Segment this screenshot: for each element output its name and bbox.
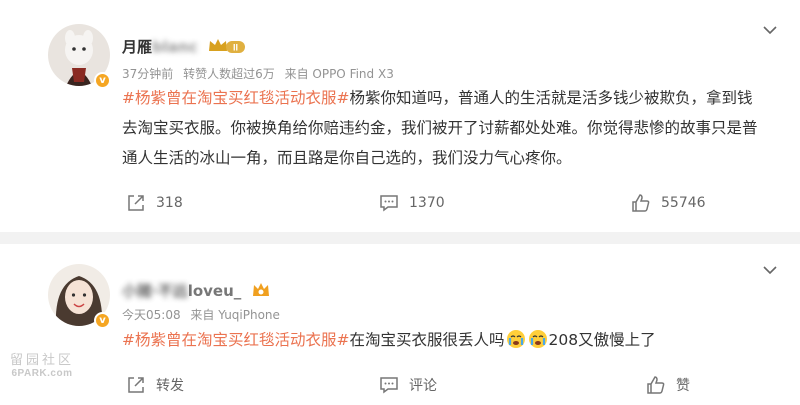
author-name[interactable]: 月雁blanc II: [122, 36, 247, 57]
chevron-down-icon[interactable]: [762, 262, 778, 278]
verified-badge-icon: v: [94, 312, 111, 329]
crying-emoji-icon: [528, 330, 547, 348]
repost-icon: [128, 377, 144, 393]
reply-time[interactable]: 今天05:08: [122, 308, 181, 322]
reply-text: #杨紫曾在淘宝买红毯活动衣服#在淘宝买衣服很丢人吗 208又傲慢上了: [122, 325, 762, 355]
reply-like-button[interactable]: 赞: [646, 370, 690, 400]
chevron-down-icon[interactable]: [762, 22, 778, 38]
comment-count: 1370: [409, 195, 445, 211]
rank-badge-label: II: [233, 43, 238, 53]
author-name-visible: 月雁: [122, 38, 153, 56]
reply-repost-label: 转发: [156, 378, 184, 394]
crying-emoji-icon: [506, 330, 525, 348]
action-bar: 318 1370 55746: [0, 188, 800, 218]
like-icon: [647, 376, 665, 394]
verified-badge-icon: v: [94, 72, 111, 89]
reply-comment-label: 评论: [409, 378, 437, 394]
reply-author-visible: loveu_: [187, 282, 242, 300]
reply-meta: 今天05:08 来自 YuqiPhone: [122, 306, 286, 323]
post-card: v 月雁blanc II 37分钟前 转赞人数超过6万 来自 OPPO Find…: [0, 0, 800, 232]
reply-like-label: 赞: [676, 378, 690, 394]
repost-button[interactable]: 318: [126, 188, 183, 218]
crown-badge-icon: [252, 283, 269, 296]
watermark-top: 留园社区: [9, 353, 74, 368]
like-icon: [632, 194, 650, 212]
hashtag-link[interactable]: #杨紫曾在淘宝买红毯活动衣服#: [122, 89, 349, 107]
post-source: 来自 OPPO Find X3: [284, 67, 394, 81]
post-time[interactable]: 37分钟前: [122, 67, 173, 81]
crown-badge-icon: II: [208, 39, 245, 53]
comment-button[interactable]: 1370: [379, 188, 445, 218]
post-text: #杨紫曾在淘宝买红毯活动衣服#杨紫你知道吗，普通人的生活就是活多钱少被欺负，拿到…: [122, 83, 762, 173]
reply-repost-button[interactable]: 转发: [126, 370, 184, 400]
reply-comment-button[interactable]: 评论: [379, 370, 437, 400]
like-button[interactable]: 55746: [631, 188, 706, 218]
reply-action-bar: 转发 评论 赞: [0, 370, 800, 400]
reply-content-before: 在淘宝买衣服很丢人吗: [349, 331, 505, 349]
repost-icon: [128, 195, 144, 211]
reply-source: 来自 YuqiPhone: [190, 308, 280, 322]
comment-icon: [380, 195, 398, 212]
site-watermark: 留园社区 6PARK.com: [4, 349, 80, 379]
watermark-bottom: 6PARK.com: [11, 368, 73, 379]
reply-hashtag-link[interactable]: #杨紫曾在淘宝买红毯活动衣服#: [122, 331, 349, 349]
repost-count: 318: [156, 195, 183, 211]
author-name-blurred: blanc: [152, 38, 198, 56]
reply-author-name[interactable]: 小猪·不远loveu_: [122, 280, 271, 301]
reply-author-blurred: 小猪·不远: [122, 282, 188, 300]
reply-content-after: 208又傲慢上了: [548, 331, 656, 349]
comment-icon: [380, 377, 398, 394]
like-count: 55746: [661, 195, 706, 211]
post-meta: 37分钟前 转赞人数超过6万 来自 OPPO Find X3: [122, 65, 400, 82]
repost-info: 转赞人数超过6万: [183, 67, 275, 81]
